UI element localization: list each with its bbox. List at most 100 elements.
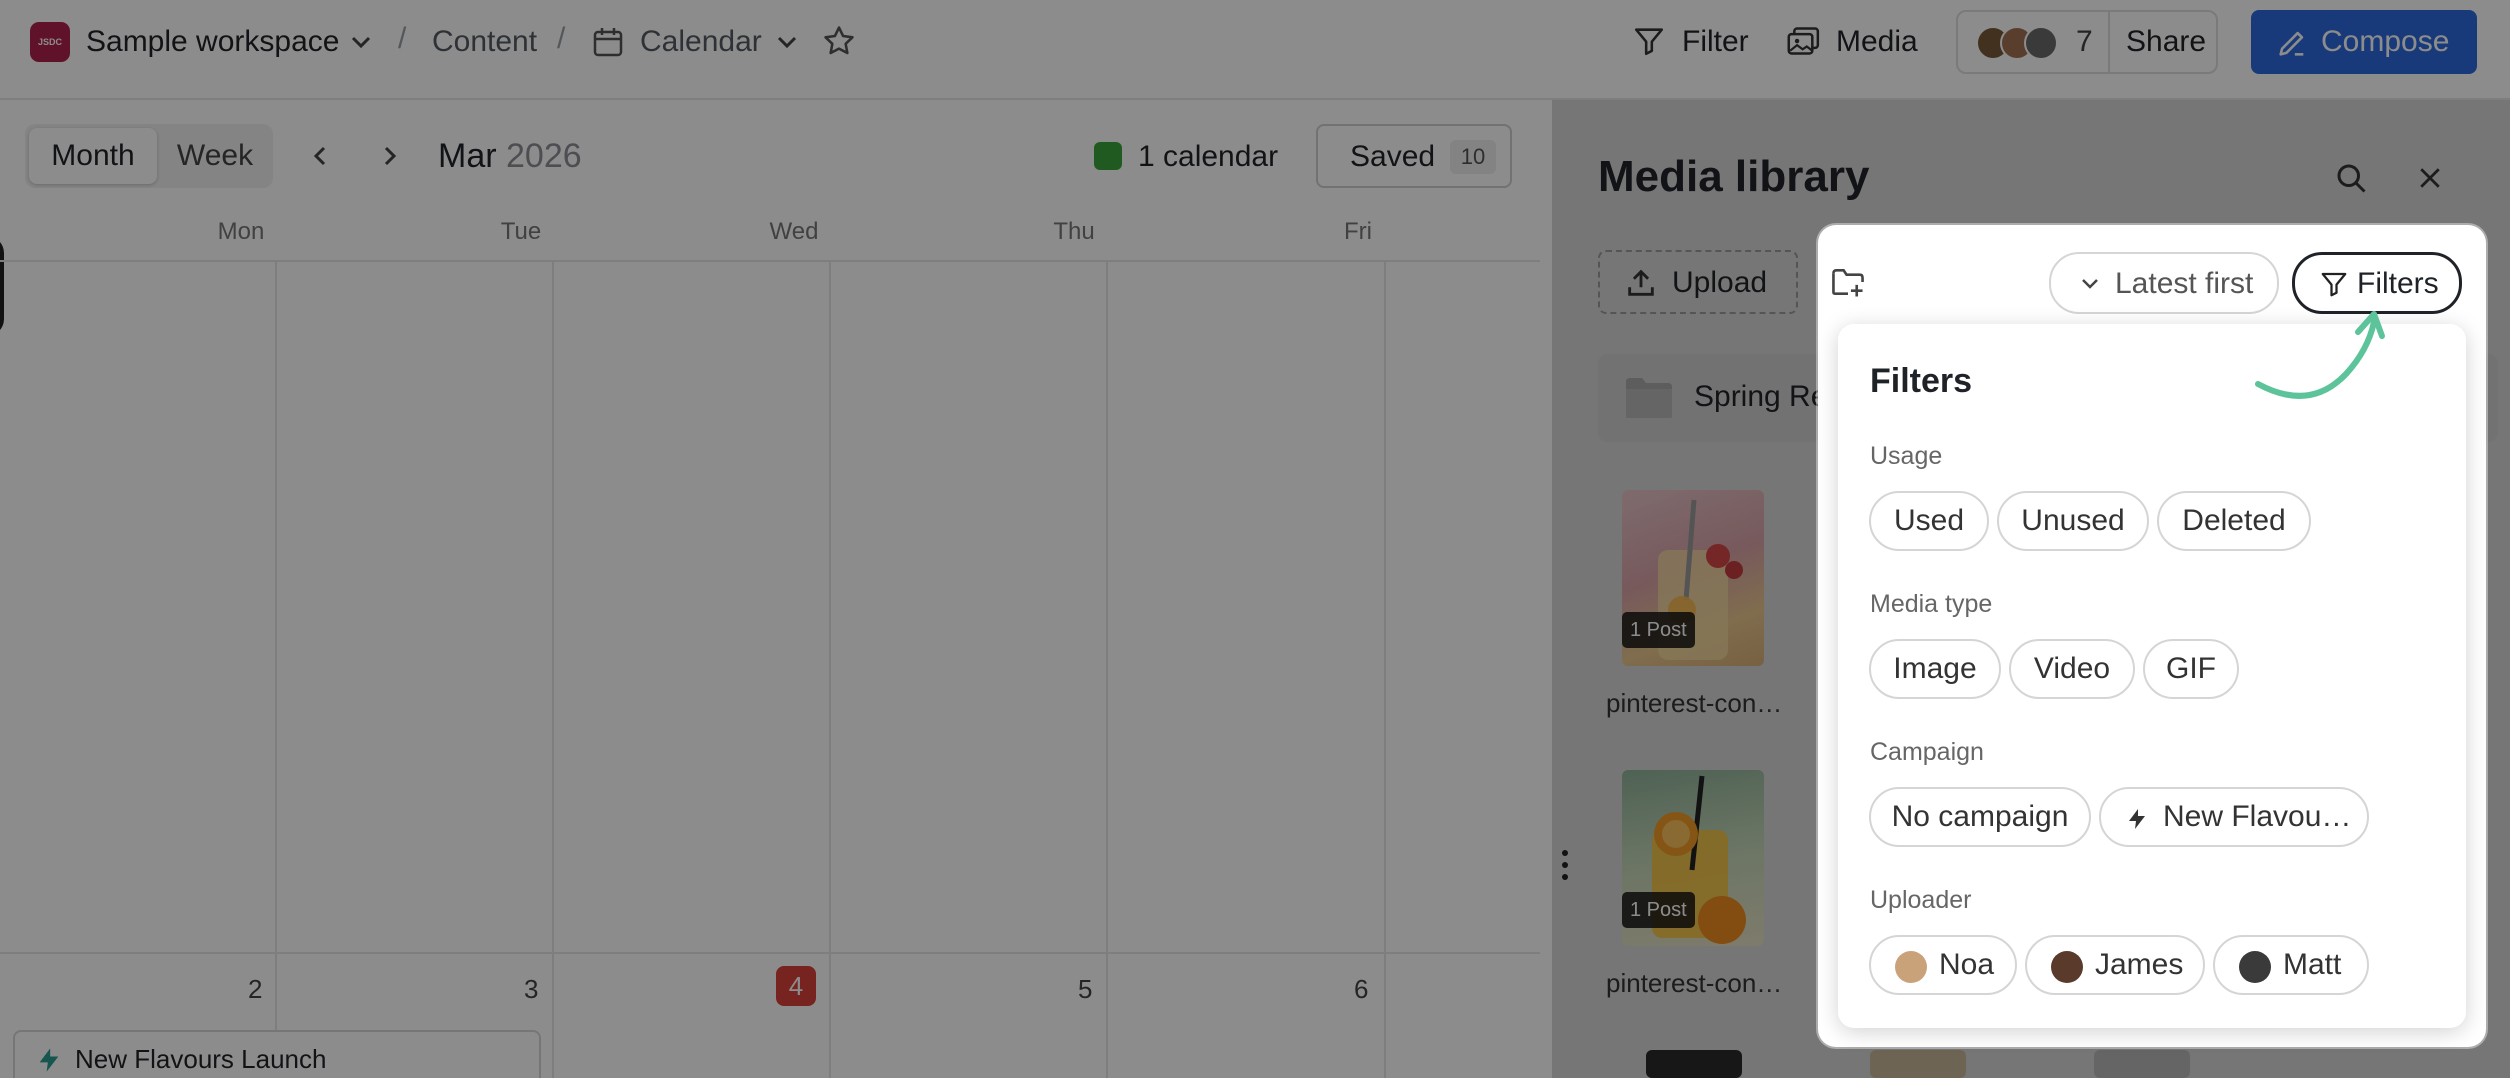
compose-button[interactable]: Compose [2251,10,2477,74]
upload-button[interactable]: Upload [1598,250,1798,314]
filter-chip-video[interactable]: Video [2009,639,2135,699]
calendar-view [0,100,1552,1078]
filter-chip-uploader[interactable]: Noa [1869,935,2017,995]
chevron-left-icon[interactable] [308,138,334,174]
post-count-tag: 1 Post [1622,612,1695,648]
event-title: New Flavours Launch [75,1044,327,1074]
filter-chip-uploader[interactable]: James [2025,935,2205,995]
app-root: JSDC Sample workspace / Content / Calend… [0,0,2510,1078]
media-type-section-label: Media type [1870,590,1993,618]
grid-line [0,260,1540,262]
pencil-icon [2279,31,2304,56]
sort-button[interactable]: Latest first [2049,252,2279,314]
filters-popover-title: Filters [1870,362,1973,400]
saved-button[interactable]: Saved 10 [1316,124,1512,188]
weekday-header: Fri [1344,218,1372,245]
media-thumbnail[interactable] [1646,1050,1742,1078]
folder-icon [1626,378,1672,418]
avatar [1895,951,1927,983]
calendar-color-dot [1094,142,1122,170]
filter-icon[interactable] [1632,24,1666,58]
filter-button[interactable]: Filter [1682,24,1749,60]
breadcrumb-calendar[interactable]: Calendar [640,24,762,60]
filter-chip-uploader[interactable]: Matt [2213,935,2369,995]
media-button[interactable]: Media [1836,24,1918,60]
view-week-button[interactable]: Week [161,128,269,184]
media-icon[interactable] [1786,24,1822,58]
media-caption: pinterest-con… [1606,688,1783,718]
collaborators-group[interactable]: 7 Share [1956,10,2218,74]
filter-chip-deleted[interactable]: Deleted [2157,491,2311,551]
grid-line [1106,260,1108,1078]
breadcrumb-separator: / [398,22,407,55]
media-thumbnail[interactable]: 1 Post [1622,770,1764,946]
avatar [2024,26,2058,60]
divider [2108,12,2110,72]
upload-icon [1628,269,1654,296]
chevron-down-icon[interactable] [774,32,800,52]
view-switcher: Month Week [25,124,273,188]
grid-line [1384,260,1386,1078]
media-caption: pinterest-con… [1606,968,1783,998]
weekday-header: Wed [769,218,819,245]
filter-chip-used[interactable]: Used [1869,491,1989,551]
star-icon[interactable] [822,24,856,58]
grid-line [275,260,277,1078]
calendar-count-label: 1 calendar [1138,140,1279,173]
today-day-number[interactable]: 4 [776,966,816,1006]
uploader-name: Matt [2283,948,2342,981]
hint-arrow-icon [2255,311,2385,399]
calendar-event[interactable]: New Flavours Launch [13,1030,541,1078]
media-thumbnail[interactable]: 1 Post [1622,490,1764,666]
avatar [2051,951,2083,983]
filter-chip-campaign[interactable]: New Flavou… [2099,787,2369,847]
workspace-name[interactable]: Sample workspace [86,24,339,60]
view-month-button[interactable]: Month [29,128,157,184]
chevron-down-icon [2082,279,2098,289]
uploader-section-label: Uploader [1870,886,1972,914]
more-vertical-icon[interactable] [1558,848,1572,882]
media-thumbnail[interactable] [1870,1050,1966,1078]
side-handle[interactable] [0,236,4,336]
post-count-tag: 1 Post [1622,892,1695,928]
filter-chip-unused[interactable]: Unused [1997,491,2149,551]
compose-label: Compose [2321,25,2450,58]
media-thumbnail[interactable] [2094,1050,2190,1078]
weekday-header: Thu [1053,218,1095,245]
bolt-icon [2129,809,2145,829]
close-icon[interactable] [2415,163,2445,193]
saved-count-badge: 10 [1450,140,1496,174]
grid-line [552,260,554,1078]
day-number[interactable]: 2 [248,974,262,1005]
search-icon[interactable] [2333,160,2369,196]
month-name: Mar [438,137,497,175]
day-number[interactable]: 3 [524,974,538,1005]
year: 2026 [506,137,582,175]
chevron-right-icon[interactable] [376,138,402,174]
current-month: Mar 2026 [438,136,582,176]
workspace-logo[interactable]: JSDC [30,22,70,62]
filter-chip-image[interactable]: Image [1869,639,2001,699]
chevron-down-icon[interactable] [348,32,374,52]
sort-label: Latest first [2115,267,2254,300]
collaborators-count: 7 [2076,25,2093,58]
breadcrumb-separator: / [557,22,566,55]
share-button[interactable]: Share [2126,24,2206,60]
campaign-section-label: Campaign [1870,738,1984,766]
grid-line [829,260,831,1078]
day-number[interactable]: 6 [1354,974,1368,1005]
filter-chip-gif[interactable]: GIF [2143,639,2239,699]
avatar [2239,951,2271,983]
bolt-icon [39,1048,59,1072]
day-number[interactable]: 5 [1078,974,1092,1005]
grid-line [0,952,1540,954]
media-library-title: Media library [1598,152,1870,201]
weekday-header: Tue [500,218,542,245]
usage-section-label: Usage [1870,442,1943,470]
top-bar: JSDC Sample workspace / Content / Calend… [0,0,2510,100]
uploader-name: Noa [1939,948,1995,981]
filter-chip-no-campaign[interactable]: No campaign [1869,787,2091,847]
breadcrumb-content[interactable]: Content [432,24,537,60]
saved-label: Saved [1350,140,1436,173]
new-folder-icon[interactable] [1830,266,1866,298]
